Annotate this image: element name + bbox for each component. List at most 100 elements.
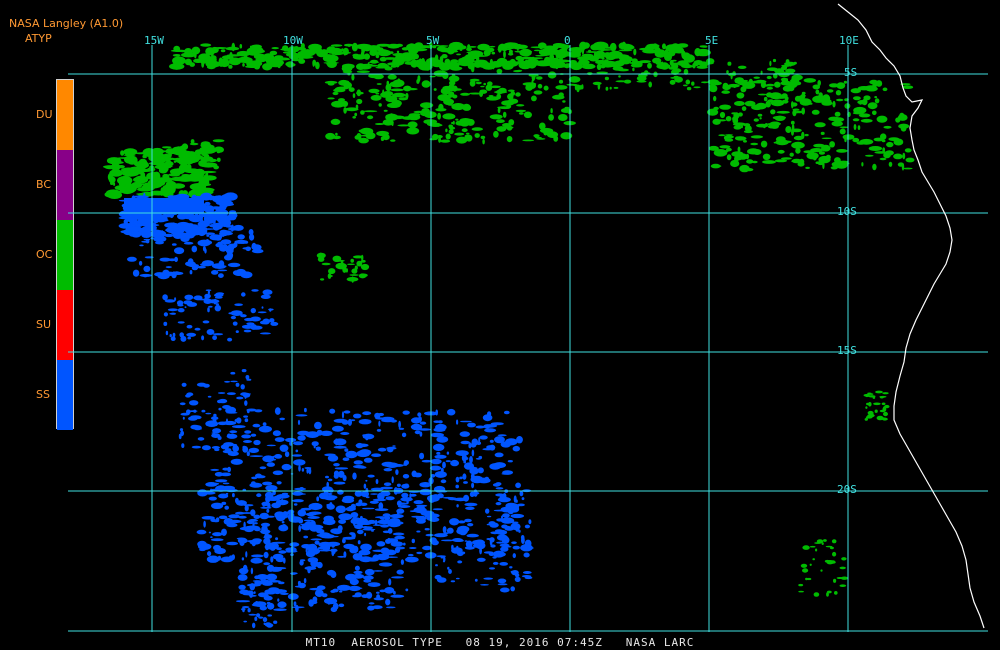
ss-aerosol-patch bbox=[289, 542, 300, 547]
oc-aerosol-patch bbox=[166, 159, 171, 164]
ss-aerosol-patch bbox=[456, 419, 459, 425]
oc-aerosol-patch bbox=[737, 65, 747, 70]
oc-aerosol-patch bbox=[474, 133, 480, 138]
oc-aerosol-patch bbox=[701, 81, 709, 84]
ss-aerosol-patch bbox=[406, 558, 413, 561]
ss-aerosol-patch bbox=[185, 214, 195, 218]
oc-aerosol-patch bbox=[236, 50, 250, 57]
oc-aerosol-patch bbox=[902, 85, 914, 89]
ss-aerosol-patch bbox=[335, 505, 346, 514]
oc-aerosol-patch bbox=[776, 110, 790, 114]
oc-aerosol-patch bbox=[525, 84, 533, 91]
oc-aerosol-patch bbox=[732, 117, 739, 124]
oc-aerosol-patch bbox=[546, 131, 553, 136]
oc-aerosol-patch bbox=[872, 163, 877, 171]
ss-aerosol-patch bbox=[414, 430, 421, 435]
ss-aerosol-patch bbox=[415, 515, 427, 521]
oc-aerosol-patch bbox=[378, 103, 382, 107]
ss-aerosol-patch bbox=[365, 436, 369, 441]
ss-aerosol-patch bbox=[495, 487, 504, 490]
ss-aerosol-patch bbox=[500, 441, 511, 448]
oc-aerosol-patch bbox=[765, 100, 771, 108]
oc-aerosol-patch bbox=[356, 70, 370, 73]
lat-label-5s: 5S bbox=[844, 66, 858, 79]
ss-aerosol-patch bbox=[337, 584, 351, 591]
ss-aerosol-patch bbox=[248, 447, 260, 453]
ss-aerosol-patch bbox=[436, 451, 441, 455]
ss-aerosol-patch bbox=[400, 497, 413, 502]
oc-aerosol-patch bbox=[352, 116, 357, 119]
ss-aerosol-patch bbox=[236, 396, 244, 400]
ss-aerosol-patch bbox=[243, 415, 249, 418]
lon-label-10w: 10W bbox=[283, 34, 303, 47]
ss-aerosol-patch bbox=[430, 458, 442, 465]
ss-aerosol-patch bbox=[226, 433, 238, 439]
oc-aerosol-patch bbox=[404, 61, 416, 65]
ss-aerosol-patch bbox=[191, 245, 198, 253]
oc-aerosol-patch bbox=[349, 274, 359, 276]
oc-aerosol-patch bbox=[791, 124, 795, 131]
oc-aerosol-patch bbox=[330, 47, 343, 55]
oc-aerosol-patch bbox=[173, 160, 177, 163]
ss-aerosol-patch bbox=[470, 473, 475, 480]
oc-aerosol-patch bbox=[693, 86, 701, 89]
ss-aerosol-patch bbox=[411, 417, 422, 424]
ss-aerosol-patch bbox=[226, 406, 237, 414]
oc-aerosol-patch bbox=[762, 160, 776, 164]
ss-aerosol-patch bbox=[490, 544, 496, 548]
ss-aerosol-patch bbox=[477, 477, 491, 484]
oc-aerosol-patch bbox=[439, 95, 451, 98]
oc-aerosol-patch bbox=[826, 590, 832, 594]
ss-aerosol-patch bbox=[235, 330, 239, 333]
ss-aerosol-patch bbox=[502, 538, 510, 542]
oc-aerosol-patch bbox=[612, 63, 616, 66]
oc-aerosol-patch bbox=[196, 153, 201, 157]
ss-aerosol-patch bbox=[274, 454, 283, 459]
oc-aerosol-patch bbox=[486, 96, 500, 101]
ss-aerosol-patch bbox=[291, 492, 304, 495]
oc-aerosol-patch bbox=[544, 64, 556, 66]
oc-aerosol-patch bbox=[834, 111, 841, 117]
oc-aerosol-patch bbox=[269, 50, 278, 56]
ss-aerosol-patch bbox=[429, 465, 442, 471]
ss-aerosol-patch bbox=[167, 258, 177, 262]
ss-aerosol-patch bbox=[368, 602, 375, 605]
ss-aerosol-patch bbox=[179, 402, 186, 406]
oc-aerosol-patch bbox=[529, 57, 543, 60]
ss-aerosol-patch bbox=[235, 382, 240, 387]
ss-aerosol-patch bbox=[390, 594, 405, 598]
oc-aerosol-patch bbox=[868, 395, 876, 398]
ss-aerosol-patch bbox=[244, 505, 249, 512]
ss-aerosol-patch bbox=[212, 333, 224, 336]
ss-aerosol-patch bbox=[242, 607, 245, 613]
oc-aerosol-patch bbox=[354, 112, 358, 117]
oc-aerosol-patch bbox=[568, 76, 581, 83]
oc-aerosol-patch bbox=[860, 108, 864, 111]
oc-aerosol-patch bbox=[789, 152, 794, 157]
oc-aerosol-patch bbox=[780, 66, 787, 71]
oc-aerosol-patch bbox=[733, 125, 742, 130]
ss-aerosol-patch bbox=[181, 443, 185, 448]
ss-aerosol-patch bbox=[419, 421, 427, 425]
ss-aerosol-patch bbox=[330, 606, 338, 613]
ss-aerosol-patch bbox=[516, 436, 523, 444]
ss-aerosol-patch bbox=[440, 467, 444, 473]
oc-aerosol-patch bbox=[881, 139, 886, 143]
ss-aerosol-patch bbox=[240, 384, 245, 390]
oc-aerosol-patch bbox=[429, 75, 436, 78]
ss-aerosol-patch bbox=[374, 412, 381, 419]
ss-aerosol-patch bbox=[469, 456, 473, 464]
ss-aerosol-patch bbox=[456, 504, 459, 508]
oc-aerosol-patch bbox=[762, 153, 771, 160]
oc-aerosol-patch bbox=[380, 91, 392, 98]
oc-aerosol-patch bbox=[397, 56, 413, 62]
ss-aerosol-patch bbox=[353, 521, 356, 527]
ss-aerosol-patch bbox=[161, 214, 174, 218]
oc-aerosol-patch bbox=[840, 576, 849, 580]
oc-aerosol-patch bbox=[165, 148, 177, 155]
oc-aerosol-patch bbox=[548, 114, 554, 121]
oc-aerosol-patch bbox=[618, 75, 621, 78]
ss-aerosol-patch bbox=[334, 467, 349, 470]
ss-aerosol-patch bbox=[478, 437, 481, 443]
ss-aerosol-patch bbox=[464, 502, 478, 507]
